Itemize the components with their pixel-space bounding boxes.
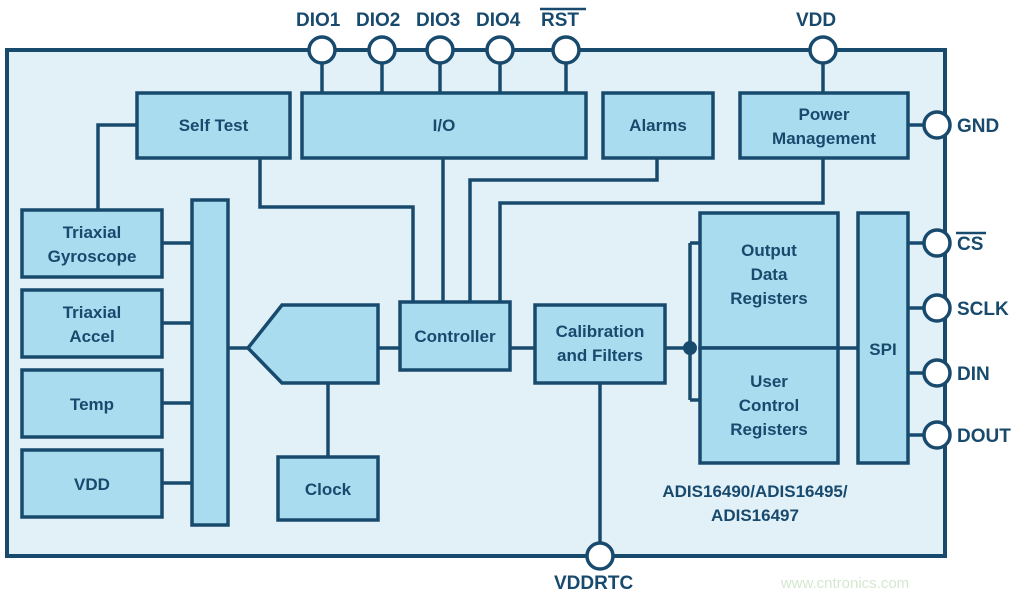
pin-circle-vddrtc[interactable] [585,541,615,571]
block-controller[interactable]: Controller [398,300,512,372]
pin-circle-sclk[interactable] [922,293,952,323]
pin-label-dio3: DIO3 [416,10,460,31]
user-control-registers-label-line2: Control [739,396,799,415]
pin-label-gnd: GND [957,116,999,137]
triaxial-gyroscope-label-line1: Triaxial [63,223,122,242]
pin-circle-dio1[interactable] [307,35,337,65]
output-data-registers-label-line3: Registers [730,289,807,308]
block-user-control-registers[interactable]: User Control Registers [698,346,840,465]
block-self-test[interactable]: Self Test [135,91,292,160]
part-numbers-line2: ADIS16497 [711,506,799,525]
power-management-label-line2: Management [772,129,876,148]
user-control-registers-label-line1: User [750,372,788,391]
pin-circle-vdd[interactable] [808,35,838,65]
pin-label-dout: DOUT [957,426,1011,447]
pin-label-vdd: VDD [796,10,836,31]
vdd-sensor-label: VDD [74,475,110,494]
block-triaxial-accel[interactable]: Triaxial Accel [20,288,164,359]
pin-label-rst: RST [541,10,579,31]
power-management-label-line1: Power [798,105,849,124]
block-calibration-and-filters[interactable]: Calibration and Filters [533,303,667,385]
calibration-label-line1: Calibration [556,322,645,341]
user-control-registers-label-line3: Registers [730,420,807,439]
clock-label: Clock [305,480,352,499]
controller-label: Controller [414,327,496,346]
pin-label-vddrtc: VDDRTC [554,573,633,594]
block-mux[interactable] [190,198,230,527]
output-data-registers-label-line2: Data [751,265,788,284]
pin-label-dio4: DIO4 [476,10,521,31]
pin-label-sclk: SCLK [957,299,1009,320]
spi-label: SPI [869,340,896,359]
pin-circle-dout[interactable] [922,420,952,450]
block-alarms[interactable]: Alarms [601,91,715,160]
block-triaxial-gyroscope[interactable]: Triaxial Gyroscope [20,208,164,279]
pin-label-cs: CS [957,234,983,255]
self-test-label: Self Test [179,116,249,135]
block-diagram-canvas: Self Test I/O Alarms Power Management Tr… [0,0,1031,598]
pin-circle-rst[interactable] [551,35,581,65]
block-temp[interactable]: Temp [20,368,164,439]
pin-circle-dio4[interactable] [485,35,515,65]
junction-dot-registers [683,341,697,355]
block-power-management[interactable]: Power Management [738,91,910,160]
pin-label-dio1: DIO1 [296,10,341,31]
part-numbers-line1: ADIS16490/ADIS16495/ [662,482,848,501]
pin-circle-cs[interactable] [922,228,952,258]
triaxial-accel-label-line2: Accel [69,327,114,346]
pin-circle-dio2[interactable] [367,35,397,65]
output-data-registers-label-line1: Output [741,241,797,260]
alarms-label: Alarms [629,116,687,135]
block-spi[interactable]: SPI [856,211,910,465]
triaxial-accel-label-line1: Triaxial [63,303,122,322]
watermark-text: www.cntronics.com [780,575,909,592]
block-output-data-registers[interactable]: Output Data Registers [698,211,840,350]
pin-label-din: DIN [957,364,990,385]
calibration-label-line2: and Filters [557,346,643,365]
triaxial-gyroscope-label-line2: Gyroscope [48,247,137,266]
block-clock[interactable]: Clock [276,455,380,522]
pin-circle-dio3[interactable] [425,35,455,65]
io-label: I/O [433,116,456,135]
pin-circle-gnd[interactable] [922,110,952,140]
temp-label: Temp [70,395,114,414]
block-vdd-sensor[interactable]: VDD [20,448,164,519]
pin-circle-din[interactable] [922,358,952,388]
block-io[interactable]: I/O [300,91,588,160]
pin-label-dio2: DIO2 [356,10,400,31]
